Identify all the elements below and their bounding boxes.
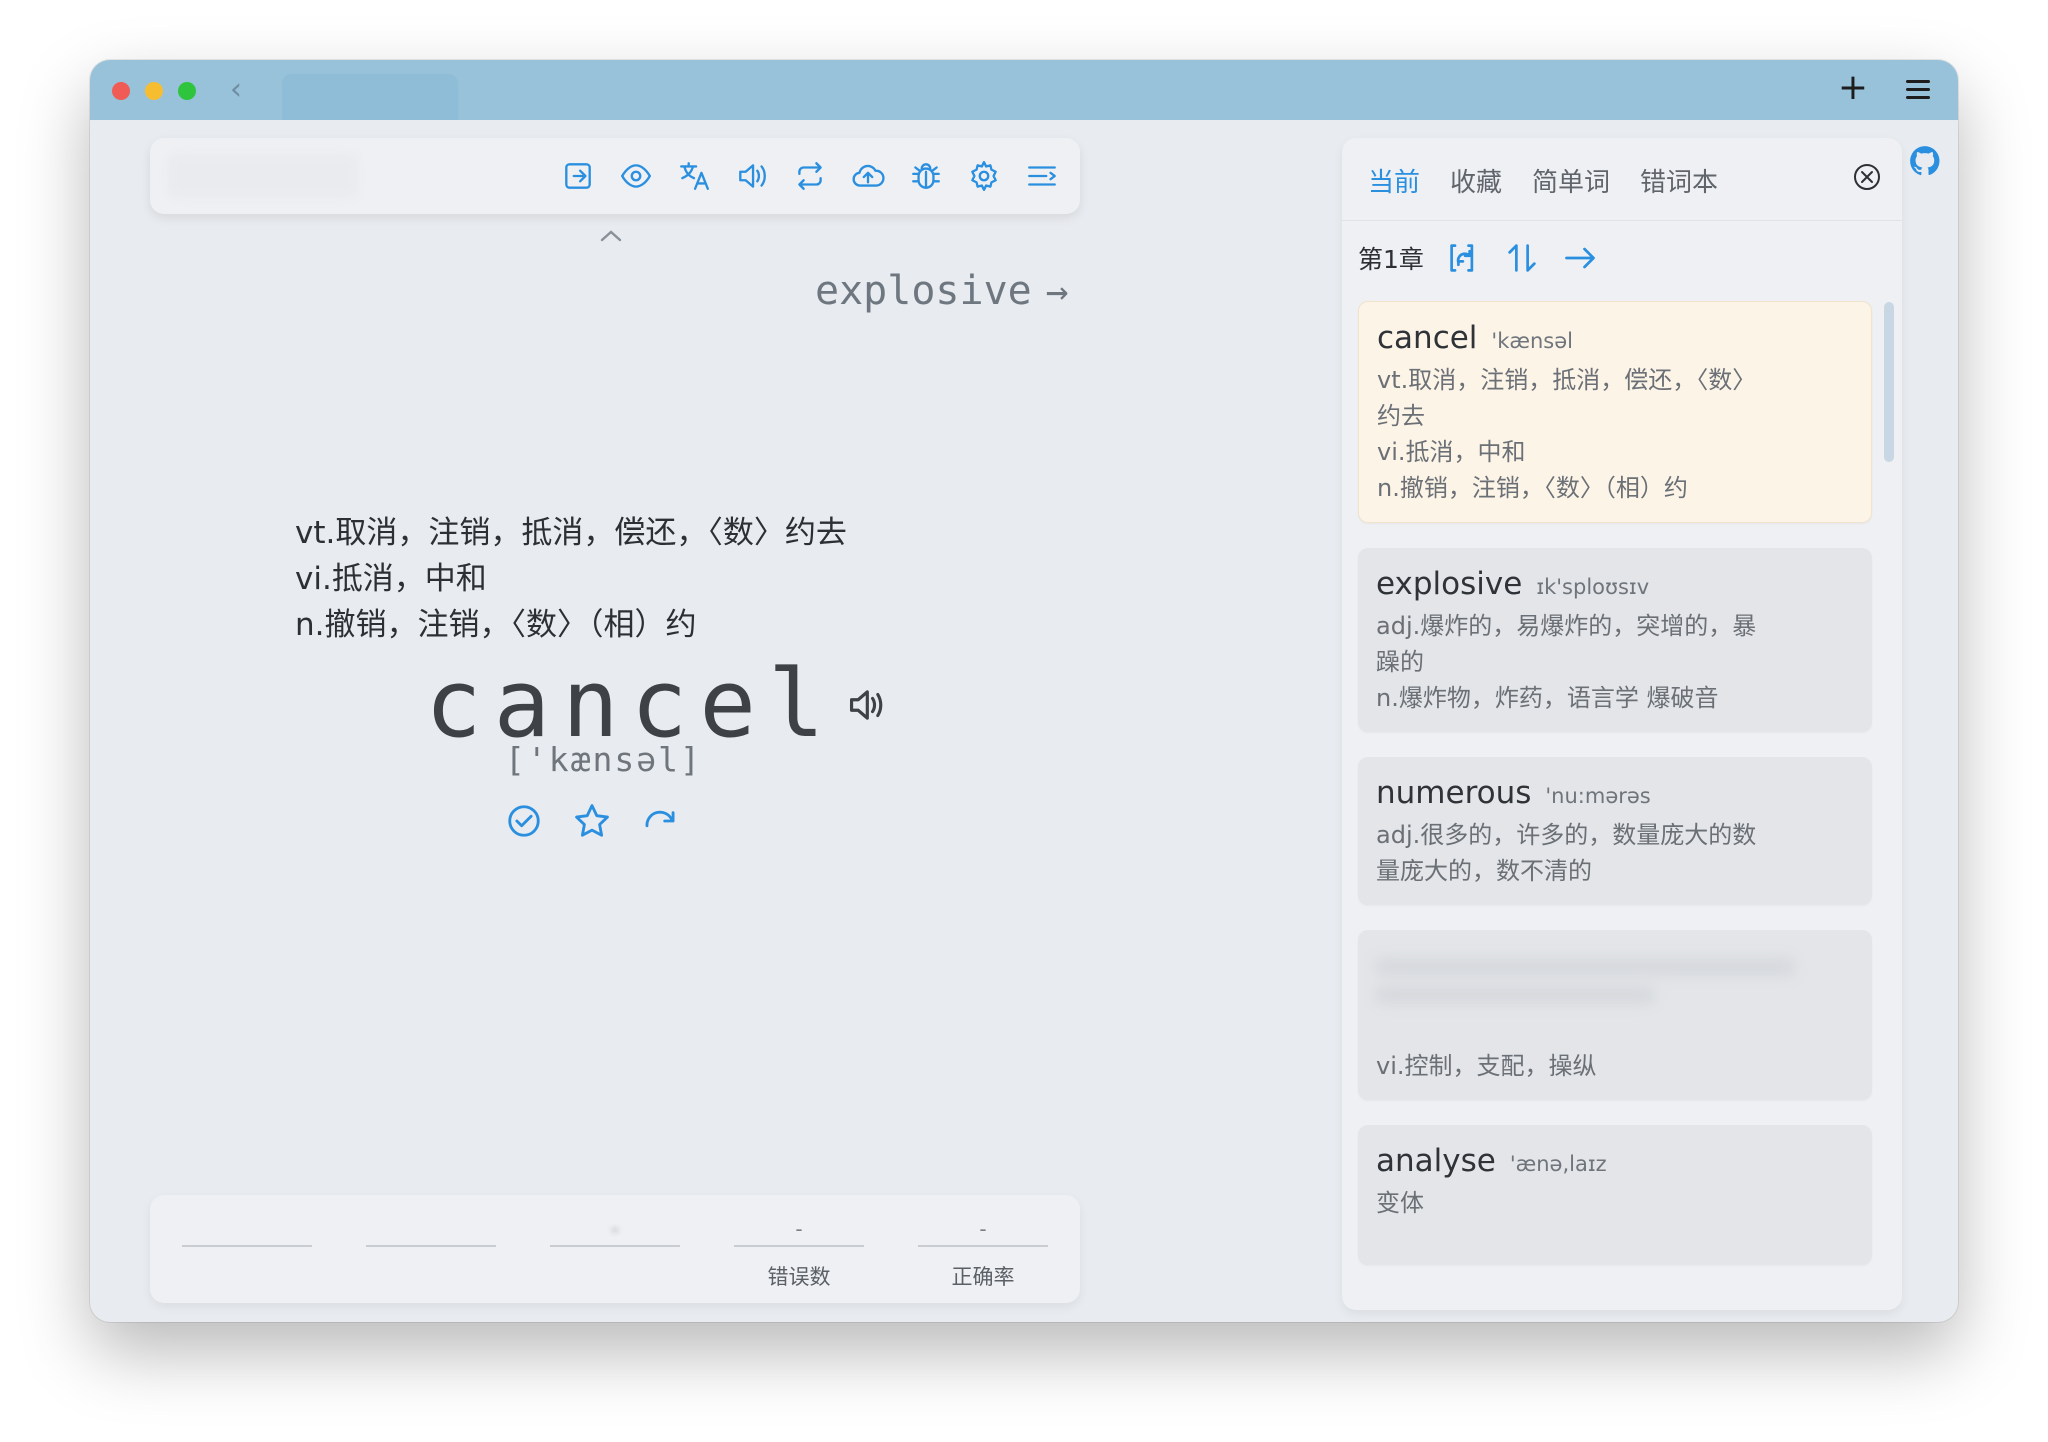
scrollbar-thumb[interactable] — [1884, 302, 1894, 462]
stats-bar: - - 错误数 - 正确率 — [150, 1195, 1080, 1303]
hamburger-menu-icon[interactable] — [1906, 80, 1930, 100]
toolbar — [150, 138, 1080, 214]
chapter-label: 第1章 — [1358, 245, 1424, 274]
list-icon[interactable] — [1022, 156, 1062, 196]
word-card[interactable]: explosive ɪk'sploʊsɪv adj.爆炸的，易爆炸的，突增的，暴… — [1358, 548, 1872, 732]
sort-icon[interactable] — [1504, 240, 1540, 276]
stat-accuracy: - 正确率 — [918, 1195, 1048, 1303]
chevron-up-icon[interactable] — [596, 226, 626, 246]
app-window: ‹ + explosive → vt.取消，注销，抵消，偿还，〈数〉约去 vi.… — [90, 60, 1958, 1322]
card-word: numerous — [1376, 775, 1532, 811]
gear-icon[interactable] — [964, 156, 1004, 196]
exit-icon[interactable] — [558, 156, 598, 196]
stat-wpm: - — [550, 1195, 680, 1303]
close-panel-icon[interactable] — [1850, 160, 1884, 194]
card-phonetic: 'ænə,laɪz — [1509, 1152, 1607, 1176]
card-translation: 量庞大的，数不清的 — [1376, 857, 1592, 885]
next-word-link[interactable]: explosive → — [815, 268, 1069, 314]
card-translation: 躁的 — [1376, 648, 1424, 676]
card-translation: n.撤销，注销，〈数〉（相）约 — [1377, 474, 1688, 502]
eye-icon[interactable] — [616, 156, 656, 196]
tab-wrong-words[interactable]: 错词本 — [1640, 162, 1718, 199]
next-word-text: explosive — [815, 268, 1032, 314]
arrow-right-icon: → — [1045, 269, 1069, 313]
panel-tabs: 当前 收藏 简单词 错词本 — [1368, 162, 1718, 199]
arrow-right-icon[interactable] — [1562, 240, 1598, 276]
repeat-icon[interactable] — [790, 156, 830, 196]
pronounce-speaker-icon[interactable] — [845, 684, 887, 726]
redo-icon[interactable] — [641, 802, 679, 840]
card-translation: adj.爆炸的，易爆炸的，突增的，暴 — [1376, 612, 1757, 640]
card-phonetic: ɪk'sploʊsɪv — [1536, 575, 1650, 599]
shuffle-chapter-icon[interactable] — [1446, 240, 1482, 276]
close-window-button[interactable] — [112, 82, 130, 100]
word-card[interactable]: numerous 'nu:mərəs adj.很多的，许多的，数量庞大的数 量庞… — [1358, 757, 1872, 905]
chapter-row: 第1章 — [1358, 240, 1598, 276]
definition-line: n.撤销，注销，〈数〉（相）约 — [295, 607, 697, 643]
tab-favorites[interactable]: 收藏 — [1450, 162, 1502, 199]
word-card-blurred[interactable]: vi.控制，支配，操纵 — [1358, 930, 1872, 1100]
tab-current[interactable]: 当前 — [1368, 162, 1420, 199]
upload-icon[interactable] — [848, 156, 888, 196]
github-icon[interactable] — [1908, 144, 1942, 178]
titlebar: ‹ + — [90, 60, 1958, 120]
stat-input-count — [366, 1195, 496, 1303]
definition-line: vi.抵消，中和 — [295, 561, 487, 597]
browser-tab[interactable] — [282, 74, 458, 120]
maximize-window-button[interactable] — [178, 82, 196, 100]
card-translation: vi.抵消，中和 — [1377, 438, 1526, 466]
translate-icon[interactable] — [674, 156, 714, 196]
card-word: analyse — [1376, 1143, 1496, 1179]
word-list: cancel 'kænsəl vt.取消，注销，抵消，偿还，〈数〉 约去 vi.… — [1358, 301, 1872, 1290]
card-translation: 变体 — [1376, 1189, 1424, 1217]
speaker-icon[interactable] — [732, 156, 772, 196]
card-translation: n.爆炸物，炸药，语言学 爆破音 — [1376, 684, 1719, 712]
card-translation: 约去 — [1377, 402, 1425, 430]
word-actions — [505, 802, 679, 840]
bug-icon[interactable] — [906, 156, 946, 196]
word-card[interactable]: analyse 'ænə,laɪz 变体 — [1358, 1125, 1872, 1265]
star-icon[interactable] — [573, 802, 611, 840]
card-translation: vt.取消，注销，抵消，偿还，〈数〉 — [1377, 366, 1757, 394]
card-phonetic: 'kænsəl — [1491, 329, 1573, 353]
card-translation: vi.控制，支配，操纵 — [1376, 1052, 1597, 1080]
back-icon[interactable]: ‹ — [230, 72, 242, 108]
blurred-content — [1376, 958, 1854, 1048]
minimize-window-button[interactable] — [145, 82, 163, 100]
stat-time — [182, 1195, 312, 1303]
card-word: explosive — [1376, 566, 1523, 602]
check-circle-icon[interactable] — [505, 802, 543, 840]
new-tab-icon[interactable]: + — [1838, 68, 1868, 108]
card-phonetic: 'nu:mərəs — [1545, 784, 1651, 808]
tab-easy-words[interactable]: 简单词 — [1532, 162, 1610, 199]
stat-error-count: - 错误数 — [734, 1195, 864, 1303]
card-translation: adj.很多的，许多的，数量庞大的数 — [1376, 821, 1757, 849]
panel-divider — [1342, 220, 1902, 221]
card-word: cancel — [1377, 320, 1478, 356]
word-list-panel: 当前 收藏 简单词 错词本 第1章 cancel 'kænsəl vt.取消，注… — [1342, 138, 1902, 1310]
dictionary-selector[interactable] — [168, 154, 358, 198]
word-definitions: vt.取消，注销，抵消，偿还，〈数〉约去 vi.抵消，中和 n.撤销，注销，〈数… — [295, 510, 847, 648]
current-phonetic: ['kænsəl] — [505, 740, 702, 779]
word-card-current[interactable]: cancel 'kænsəl vt.取消，注销，抵消，偿还，〈数〉 约去 vi.… — [1358, 301, 1872, 523]
definition-line: vt.取消，注销，抵消，偿还，〈数〉约去 — [295, 515, 847, 551]
